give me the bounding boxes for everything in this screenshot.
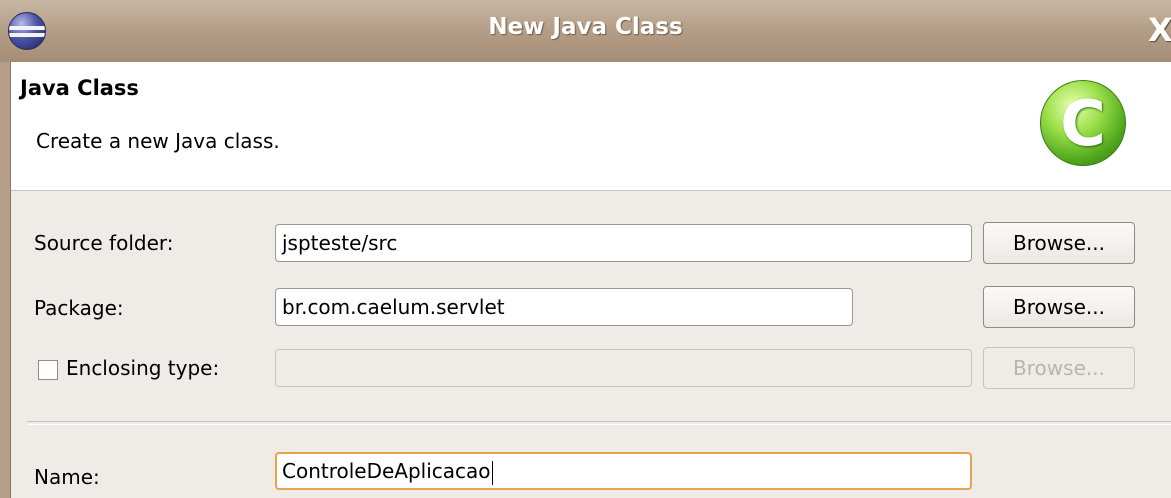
window-title: New Java Class bbox=[488, 14, 683, 40]
source-folder-label: Source folder: bbox=[34, 231, 174, 255]
name-input-text: ControleDeAplicacao bbox=[282, 459, 491, 483]
class-icon-letter: C bbox=[1060, 87, 1106, 160]
name-label: Name: bbox=[34, 465, 100, 489]
name-input[interactable]: ControleDeAplicacao bbox=[275, 452, 972, 490]
source-folder-browse-button[interactable]: Browse... bbox=[983, 222, 1135, 264]
window-border bbox=[0, 62, 11, 498]
enclosing-type-checkbox[interactable] bbox=[38, 360, 58, 380]
enclosing-type-browse-button: Browse... bbox=[983, 347, 1135, 389]
source-folder-input[interactable]: jspteste/src bbox=[275, 224, 972, 262]
text-caret bbox=[491, 460, 493, 485]
page-title: Java Class bbox=[20, 76, 139, 100]
enclosing-type-input bbox=[275, 349, 972, 387]
java-class-icon: C bbox=[1040, 80, 1126, 166]
title-bar: New Java Class X bbox=[0, 0, 1171, 63]
enclosing-type-label: Enclosing type: bbox=[66, 356, 220, 380]
separator bbox=[27, 421, 1171, 425]
package-browse-button[interactable]: Browse... bbox=[983, 286, 1135, 328]
package-label: Package: bbox=[34, 296, 124, 320]
package-input[interactable]: br.com.caelum.servlet bbox=[275, 288, 853, 326]
wizard-header: Java Class Create a new Java class. C bbox=[11, 62, 1171, 191]
page-description: Create a new Java class. bbox=[36, 129, 280, 153]
close-button[interactable]: X bbox=[1148, 10, 1171, 50]
